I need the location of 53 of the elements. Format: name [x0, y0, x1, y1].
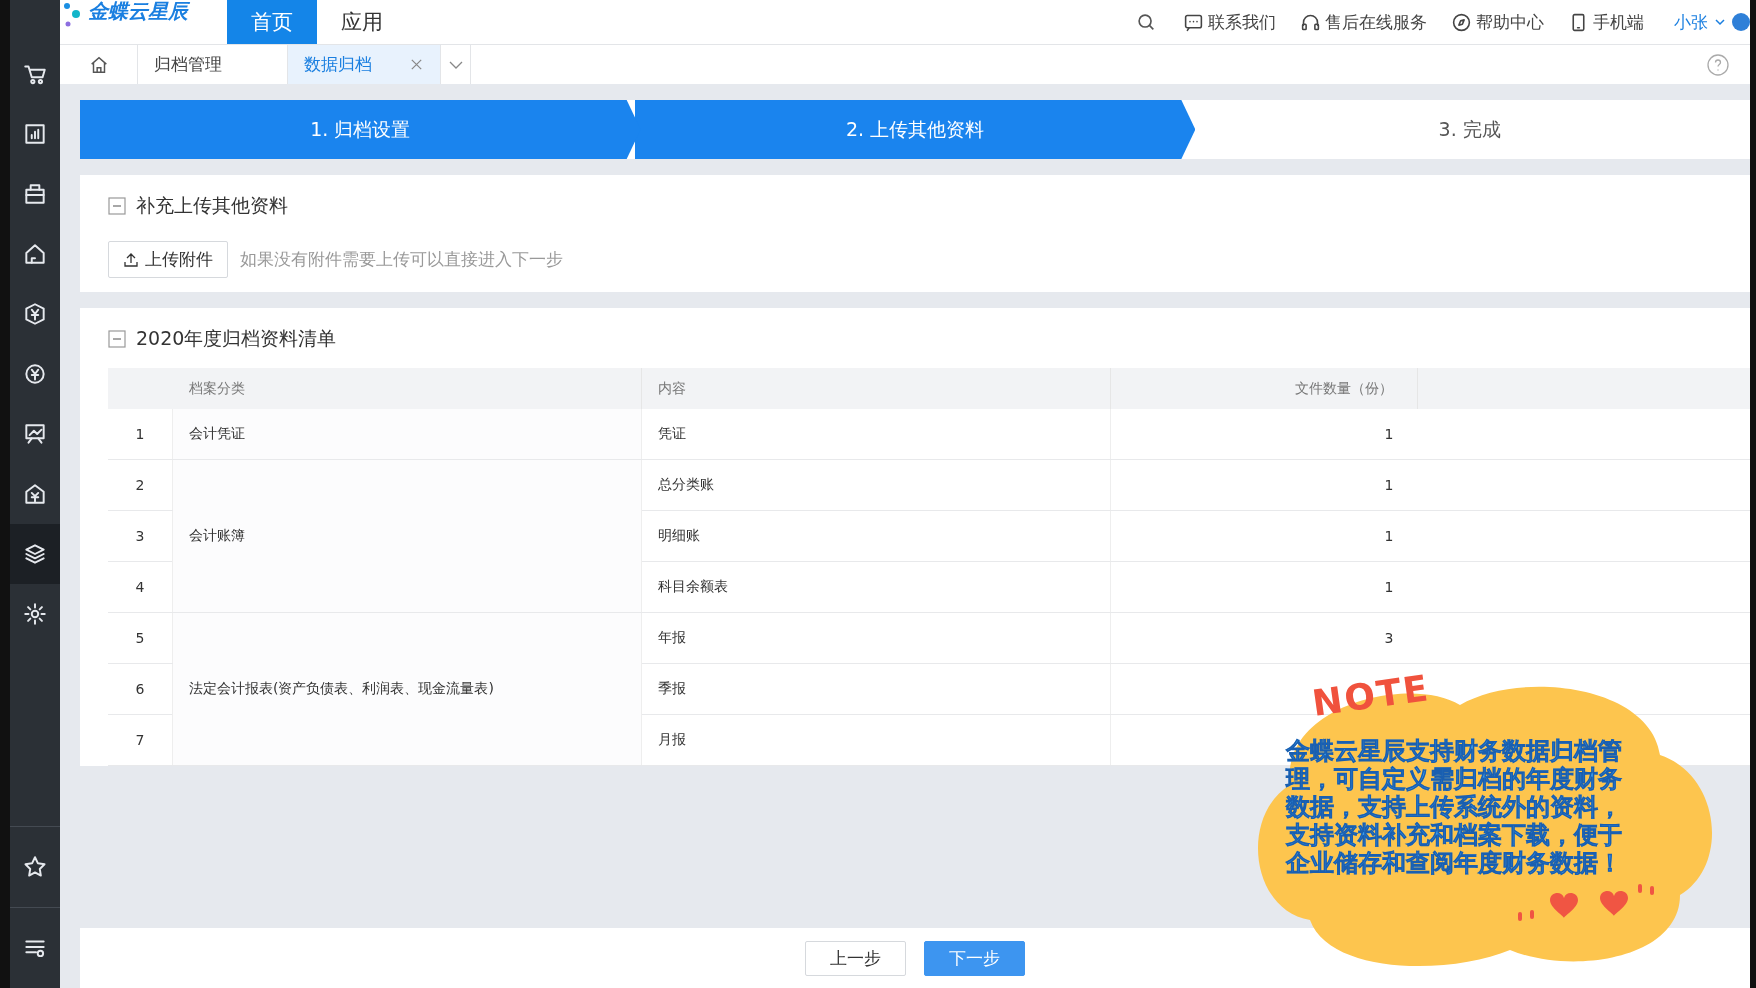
table-cell: 明细账 [641, 510, 1111, 562]
caret-icon [1714, 16, 1726, 28]
row-number: 7 [108, 714, 173, 766]
header-link[interactable]: 售后在线服务 [1300, 10, 1427, 34]
user-menu[interactable]: 小张 [1656, 0, 1732, 44]
logo-text: 金蝶云星辰 [88, 0, 188, 22]
yen-house-icon [22, 481, 48, 507]
settings-icon [22, 601, 48, 627]
header-link[interactable]: 联系我们 [1183, 10, 1276, 34]
section-title: 补充上传其他资料 [136, 193, 288, 218]
table-cell: 会计凭证 [172, 409, 642, 460]
upload-button[interactable]: 上传附件 [108, 241, 228, 278]
avatar[interactable] [1732, 13, 1750, 31]
table-cell: 月报 [641, 714, 1111, 766]
yen-circle-icon [22, 361, 48, 387]
table-cell: 科目余额表 [641, 561, 1111, 613]
upload-icon [123, 251, 139, 268]
row-number: 3 [108, 510, 173, 562]
search-icon[interactable] [1135, 11, 1157, 33]
sidebar-item[interactable] [10, 524, 60, 584]
table-cell: 1 [1384, 426, 1394, 442]
row-number: 4 [108, 561, 173, 613]
bar-chart-icon [22, 121, 48, 147]
table-cell: 凭证 [641, 409, 1111, 460]
header-link[interactable]: 手机端 [1568, 10, 1644, 34]
house-icon [22, 241, 48, 267]
page-tab[interactable]: 数据归档 [288, 45, 441, 84]
table-cell: 法定会计报表(资产负债表、利润表、现金流量表) [172, 612, 642, 766]
table-cell: 总分类账 [641, 459, 1111, 511]
back-button[interactable]: 上一步 [805, 940, 906, 976]
column-header: 内容 [641, 368, 1111, 409]
column-header: 档案分类 [172, 368, 642, 409]
table-cell: 1 [1384, 528, 1394, 544]
wizard-step: 2. 上传其他资料 [634, 100, 1196, 159]
table-cell: 1 [1384, 579, 1394, 595]
chart-board-icon [22, 421, 48, 447]
table-cell: 年报 [641, 612, 1111, 664]
nav-tab[interactable]: 首页 [227, 0, 317, 44]
hint-text: 如果没有附件需要上传可以直接进入下一步 [240, 248, 563, 271]
section-title: 2020年度归档资料清单 [136, 326, 337, 351]
table-cell: 1 [1384, 477, 1394, 493]
note-title: NOTE [1309, 667, 1433, 724]
close-icon[interactable] [409, 57, 424, 72]
layers-icon [22, 541, 48, 567]
table-cell: 3 [1384, 630, 1394, 646]
table-cell: 季报 [641, 663, 1111, 715]
compass-icon [1451, 11, 1472, 33]
column-header: 文件数量（份） [1110, 368, 1418, 409]
header-link[interactable]: 帮助中心 [1451, 10, 1544, 34]
row-number: 6 [108, 663, 173, 715]
table-cell: 会计账簿 [172, 459, 642, 613]
bag-icon [22, 181, 48, 207]
yen-shield-icon [22, 301, 48, 327]
